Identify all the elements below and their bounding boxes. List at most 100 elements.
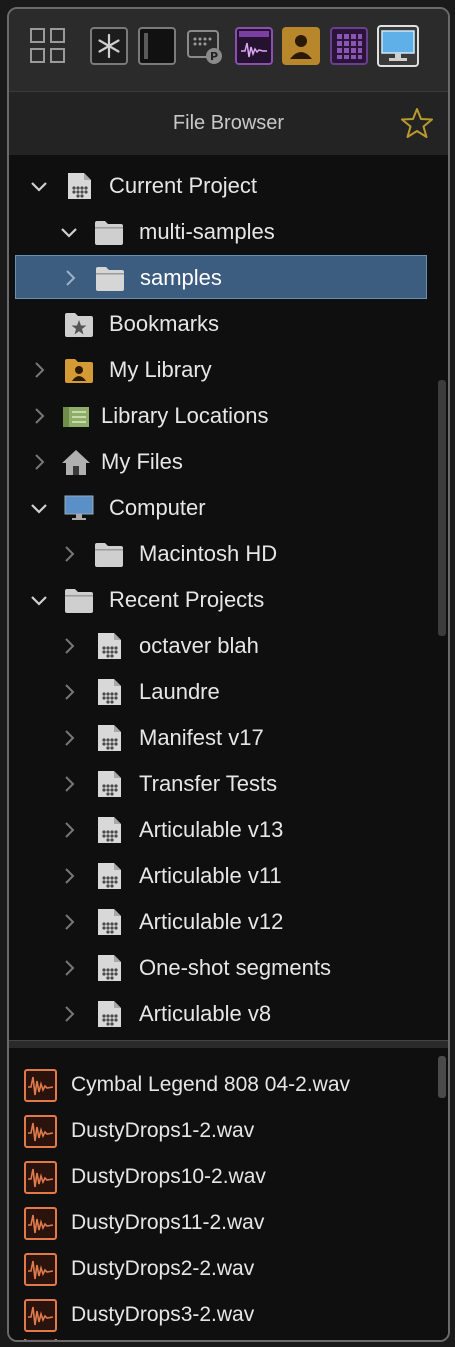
chevron-down-icon[interactable] [29, 590, 49, 610]
file-item-label: DustyDrops10-2.wav [71, 1165, 266, 1188]
file-item-label: DustyDrops3-2.wav [71, 1303, 255, 1326]
tree-item-label: Bookmarks [109, 311, 220, 336]
tree-item-label: Articulable v8 [139, 1001, 272, 1026]
tree-item-label: Laundre [139, 679, 220, 704]
grid-icon[interactable] [29, 27, 67, 65]
chevron-right-icon[interactable] [59, 728, 79, 748]
file-list-scrollbar[interactable] [438, 1056, 446, 1098]
file-item[interactable]: DustyDrops1-2.wav [9, 1109, 439, 1155]
user-icon[interactable] [282, 27, 320, 65]
file-item-partial[interactable] [9, 1339, 439, 1340]
chevron-right-icon[interactable] [60, 268, 80, 288]
project-icon [98, 863, 121, 889]
tree-item-label: octaver blah [139, 633, 259, 658]
library-locations-icon [63, 407, 89, 427]
project-icon [98, 909, 121, 935]
asterisk-icon[interactable] [90, 27, 128, 65]
tree-item-label: Recent Projects [109, 587, 265, 612]
tree-item-label: Macintosh HD [139, 541, 278, 566]
tree-item-recent-project[interactable]: Manifest v17 [9, 715, 439, 761]
tree-item-recent-project[interactable]: octaver blah [9, 623, 439, 669]
tree-item-label: samples [140, 265, 222, 290]
project-icon [98, 817, 121, 843]
tree-item-my-library[interactable]: My Library [9, 347, 439, 393]
chevron-right-icon[interactable] [59, 544, 79, 564]
project-icon [98, 955, 121, 981]
project-icon [98, 771, 121, 797]
panel-icon[interactable] [138, 27, 176, 65]
file-item[interactable]: Cymbal Legend 808 04-2.wav [9, 1063, 439, 1109]
audio-file-icon [24, 1161, 57, 1194]
file-item[interactable]: DustyDrops2-2.wav [9, 1247, 439, 1293]
chevron-down-icon[interactable] [59, 222, 79, 242]
tree-item-samples[interactable]: samples [15, 255, 427, 299]
file-item[interactable]: DustyDrops3-2.wav [9, 1293, 439, 1339]
tree-item-recent-project[interactable]: Articulable v8 [9, 991, 439, 1037]
chevron-right-icon[interactable] [29, 360, 49, 380]
tree-item-label: Computer [109, 495, 206, 520]
tree-item-computer[interactable]: Computer [9, 485, 439, 531]
folder-icon [96, 267, 124, 291]
panel-title: File Browser [172, 112, 285, 134]
tree-item-label: multi-samples [139, 219, 275, 244]
audio-file-icon [24, 1339, 57, 1340]
audio-file-icon [24, 1207, 57, 1240]
tree-item-label: One-shot segments [139, 955, 331, 980]
tree-item-my-files[interactable]: My Files [9, 439, 439, 485]
chevron-down-icon[interactable] [29, 176, 49, 196]
file-item-label: Cymbal Legend 808 04-2.wav [71, 1073, 351, 1096]
chevron-right-icon[interactable] [59, 682, 79, 702]
chevron-right-icon[interactable] [59, 774, 79, 794]
tree-scrollbar[interactable] [438, 380, 446, 636]
tree-item-recent-projects[interactable]: Recent Projects [9, 577, 439, 623]
keypad-p-icon[interactable]: P [186, 27, 224, 65]
file-list: Cymbal Legend 808 04-2.wav DustyDrops1-2… [9, 1048, 448, 1340]
chevron-down-icon[interactable] [29, 498, 49, 518]
tree-item-multi-samples[interactable]: multi-samples [9, 209, 439, 255]
folder-icon [65, 589, 93, 613]
audio-file-icon [24, 1253, 57, 1286]
tree-item-recent-project[interactable]: Articulable v11 [9, 853, 439, 899]
home-icon [62, 450, 90, 475]
audio-file-icon [24, 1115, 57, 1148]
tree-item-macintosh-hd[interactable]: Macintosh HD [9, 531, 439, 577]
monitor-icon[interactable] [377, 25, 419, 67]
chevron-right-icon[interactable] [59, 912, 79, 932]
browser-tree: Current Project multi-samples samples Bo… [9, 155, 448, 1040]
monitor-icon [64, 495, 94, 520]
audio-file-icon [24, 1069, 57, 1102]
file-item[interactable]: DustyDrops10-2.wav [9, 1155, 439, 1201]
pad-grid-icon[interactable] [330, 27, 368, 65]
tree-item-recent-project[interactable]: Transfer Tests [9, 761, 439, 807]
tree-item-label: Transfer Tests [139, 771, 278, 796]
tree-item-bookmarks[interactable]: Bookmarks [9, 301, 439, 347]
tree-item-label: Articulable v11 [139, 863, 282, 888]
file-item-label: DustyDrops2-2.wav [71, 1257, 255, 1280]
project-icon [98, 679, 121, 705]
tree-item-label: My Library [109, 357, 212, 382]
waveform-icon[interactable] [235, 27, 273, 65]
chevron-right-icon[interactable] [29, 452, 49, 472]
chevron-right-icon[interactable] [29, 406, 49, 426]
project-icon [98, 633, 121, 659]
chevron-right-icon[interactable] [59, 1004, 79, 1024]
chevron-right-icon[interactable] [59, 820, 79, 840]
bookmark-folder-icon [65, 313, 93, 337]
chevron-right-icon[interactable] [59, 958, 79, 978]
star-icon[interactable] [400, 106, 434, 140]
tree-item-recent-project[interactable]: Articulable v13 [9, 807, 439, 853]
chevron-right-icon[interactable] [59, 636, 79, 656]
file-item[interactable]: DustyDrops11-2.wav [9, 1201, 439, 1247]
panel-toolbar: P [9, 9, 448, 91]
tree-item-recent-project[interactable]: One-shot segments [9, 945, 439, 991]
chevron-right-icon[interactable] [59, 866, 79, 886]
tree-item-library-locations[interactable]: Library Locations [9, 393, 439, 439]
tree-item-label: Articulable v13 [139, 817, 284, 842]
tree-item-label: Current Project [109, 173, 257, 198]
tree-item-recent-project[interactable]: Articulable v12 [9, 899, 439, 945]
panel-header: File Browser [9, 91, 448, 156]
project-icon [98, 725, 121, 751]
project-icon [68, 173, 91, 199]
tree-item-current-project[interactable]: Current Project [9, 163, 439, 209]
tree-item-recent-project[interactable]: Laundre [9, 669, 439, 715]
